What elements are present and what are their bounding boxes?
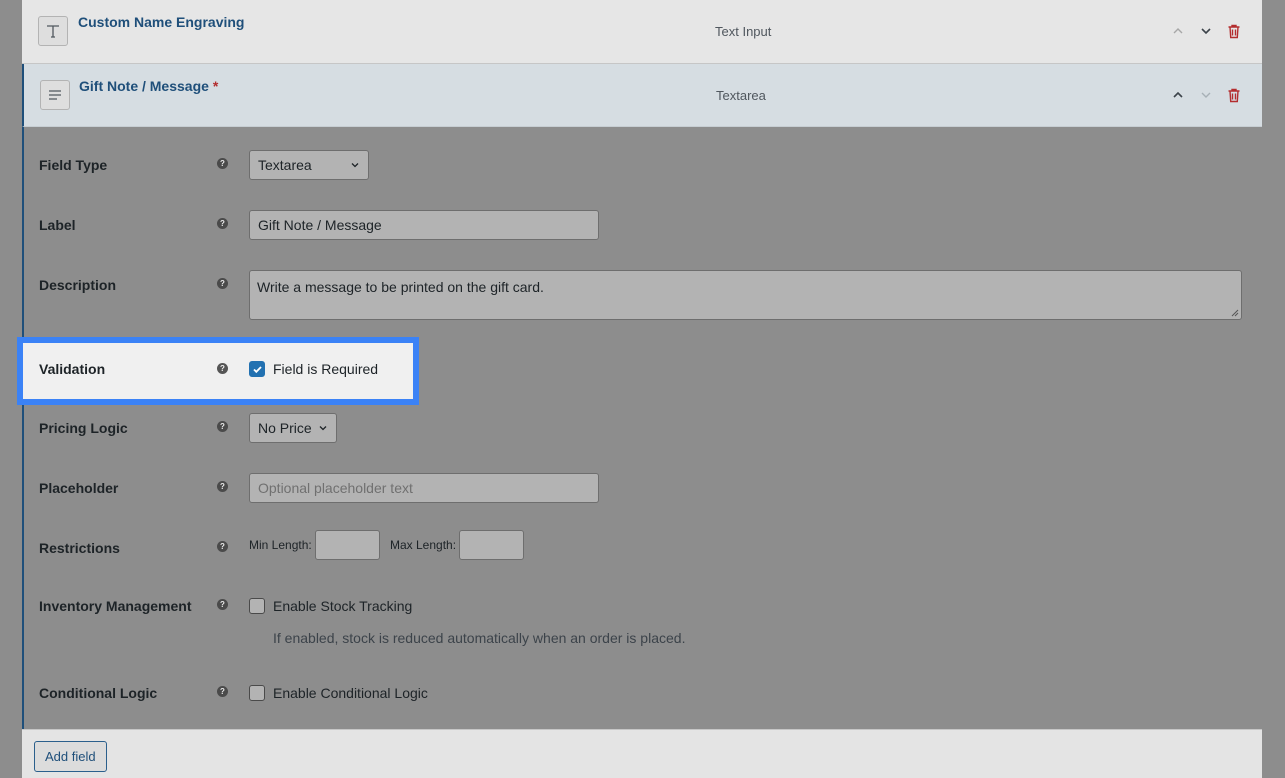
- move-up-icon[interactable]: [1169, 22, 1187, 40]
- field-title-text: Gift Note / Message: [79, 78, 209, 94]
- help-icon[interactable]: ?: [217, 158, 228, 169]
- delete-trash-icon[interactable]: [1225, 86, 1243, 104]
- chevron-down-icon: [351, 163, 359, 168]
- help-icon[interactable]: ?: [217, 363, 228, 374]
- field-type-label: Text Input: [715, 24, 772, 39]
- checkmark-icon: [252, 365, 262, 373]
- placeholder-input[interactable]: Optional placeholder text: [249, 473, 599, 503]
- pricing-logic-select[interactable]: No Price: [249, 413, 337, 443]
- min-length-input[interactable]: [315, 530, 380, 560]
- max-length-input[interactable]: [459, 530, 524, 560]
- help-icon[interactable]: ?: [217, 686, 228, 697]
- delete-trash-icon[interactable]: [1225, 22, 1243, 40]
- move-down-icon[interactable]: [1197, 86, 1215, 104]
- add-field-button[interactable]: Add field: [34, 741, 107, 772]
- field-row-custom-name-engraving[interactable]: [22, 0, 1262, 64]
- field-type-label: Textarea: [716, 88, 766, 103]
- conditional-logic-checkbox[interactable]: [249, 685, 265, 701]
- textarea-value: Write a message to be printed on the gif…: [257, 279, 544, 295]
- stock-tracking-label[interactable]: Enable Stock Tracking: [273, 598, 412, 614]
- field-title-custom-name-engraving[interactable]: Custom Name Engraving: [78, 14, 244, 30]
- field-title-gift-note[interactable]: Gift Note / Message *: [79, 78, 218, 94]
- help-icon[interactable]: ?: [217, 481, 228, 492]
- move-down-icon[interactable]: [1197, 22, 1215, 40]
- field-required-label[interactable]: Field is Required: [273, 361, 378, 377]
- input-placeholder: Optional placeholder text: [258, 480, 413, 496]
- help-icon[interactable]: ?: [217, 599, 228, 610]
- label-input[interactable]: Gift Note / Message: [249, 210, 599, 240]
- description-textarea[interactable]: Write a message to be printed on the gif…: [249, 270, 1242, 320]
- inventory-management-label: Inventory Management: [39, 598, 192, 614]
- required-marker: *: [212, 78, 219, 94]
- field-row-gift-note[interactable]: [22, 64, 1262, 127]
- conditional-logic-label: Conditional Logic: [39, 685, 158, 701]
- description-label: Description: [39, 277, 117, 293]
- field-required-checkbox[interactable]: [249, 361, 265, 377]
- move-up-icon[interactable]: [1169, 86, 1187, 104]
- help-icon[interactable]: ?: [217, 541, 228, 552]
- select-value: No Price: [258, 420, 312, 436]
- resize-handle-icon[interactable]: [1231, 309, 1239, 317]
- label-label: Label: [39, 217, 76, 233]
- placeholder-label: Placeholder: [39, 480, 119, 496]
- stock-tracking-hint: If enabled, stock is reduced automatical…: [273, 630, 686, 646]
- validation-label: Validation: [39, 361, 106, 377]
- field-type-select[interactable]: Textarea: [249, 150, 369, 180]
- field-type-label: Field Type: [39, 157, 108, 173]
- max-length-label: Max Length:: [390, 538, 457, 552]
- stock-tracking-checkbox[interactable]: [249, 598, 265, 614]
- text-t-icon: [38, 16, 68, 46]
- pricing-logic-label: Pricing Logic: [39, 420, 128, 436]
- help-icon[interactable]: ?: [217, 218, 228, 229]
- conditional-logic-label-text[interactable]: Enable Conditional Logic: [273, 685, 428, 701]
- min-length-label: Min Length:: [249, 538, 312, 552]
- paragraph-lines-icon: [40, 80, 70, 110]
- input-value: Gift Note / Message: [258, 217, 382, 233]
- help-icon[interactable]: ?: [217, 421, 228, 432]
- help-icon[interactable]: ?: [217, 278, 228, 289]
- chevron-down-icon: [319, 426, 327, 431]
- fields-footer: [22, 729, 1262, 778]
- restrictions-label: Restrictions: [39, 540, 120, 556]
- select-value: Textarea: [258, 157, 312, 173]
